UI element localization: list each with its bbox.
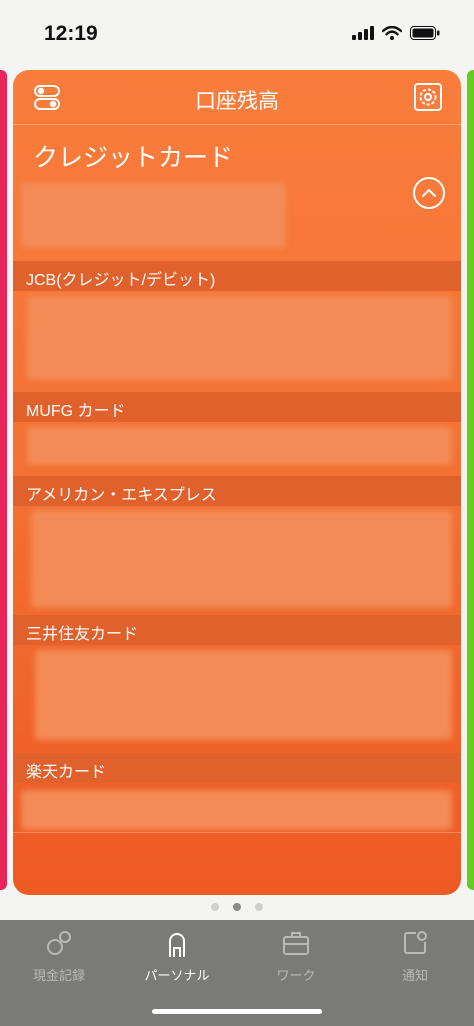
page-dot[interactable] <box>211 903 219 911</box>
settings-button[interactable] <box>413 82 443 112</box>
section-label: JCB(クレジット/デビット) <box>26 272 216 289</box>
next-page-peek[interactable] <box>467 70 474 890</box>
section-label: MUFG カード <box>26 403 126 420</box>
tab-notification[interactable]: 通知 <box>356 920 474 1000</box>
cash-record-icon <box>47 931 71 955</box>
signal-icon <box>352 26 374 40</box>
account-balance-card: 口座残高 クレジットカード JCB(クレジット/デビット) MUFG カード ア… <box>13 70 461 895</box>
home-indicator[interactable] <box>152 1009 322 1014</box>
tab-label: 通知 <box>401 968 428 983</box>
account-row-rakuten[interactable] <box>21 790 452 830</box>
tab-personal[interactable]: パーソナル <box>118 920 236 1000</box>
notification-icon <box>404 931 427 954</box>
section-header-smbc[interactable]: 三井住友カード <box>13 615 461 645</box>
account-row-smbc[interactable] <box>35 650 452 740</box>
previous-page-peek[interactable] <box>0 70 7 890</box>
tab-label: 現金記録 <box>32 968 85 983</box>
briefcase-icon <box>283 932 309 955</box>
status-icons <box>352 26 440 40</box>
settings-icon <box>414 83 442 111</box>
status-time: 12:19 <box>44 22 98 45</box>
tab-label: パーソナル <box>144 968 210 983</box>
tab-label: ワーク <box>276 968 316 983</box>
card-subtitle: クレジットカード <box>33 144 234 172</box>
status-bar: 12:19 <box>0 0 474 70</box>
section-label: 三井住友カード <box>26 626 139 643</box>
wifi-icon <box>382 26 402 40</box>
tab-cash-record[interactable]: 現金記録 <box>0 920 118 1000</box>
balance-placeholder <box>21 182 286 248</box>
chevron-up-icon <box>422 189 436 197</box>
page-dot-active[interactable] <box>233 903 241 911</box>
collapse-button[interactable] <box>413 177 445 209</box>
section-label: 楽天カード <box>26 764 107 781</box>
section-header-jcb[interactable]: JCB(クレジット/デビット) <box>13 261 461 291</box>
page-indicator <box>0 903 474 911</box>
battery-icon <box>410 26 440 40</box>
divider <box>13 832 461 833</box>
account-row-amex[interactable] <box>31 510 452 608</box>
section-header-amex[interactable]: アメリカン・エキスプレス <box>13 476 461 506</box>
tab-work[interactable]: ワーク <box>237 920 355 1000</box>
section-header-rakuten[interactable]: 楽天カード <box>13 753 461 783</box>
page-dot[interactable] <box>255 903 263 911</box>
card-header: 口座残高 <box>13 70 461 125</box>
section-label: アメリカン・エキスプレス <box>26 487 217 504</box>
person-icon <box>169 933 185 957</box>
section-header-mufg[interactable]: MUFG カード <box>13 392 461 422</box>
account-row-jcb[interactable] <box>27 296 452 380</box>
account-row-mufg[interactable] <box>27 427 452 465</box>
card-title: 口座残高 <box>195 90 279 113</box>
